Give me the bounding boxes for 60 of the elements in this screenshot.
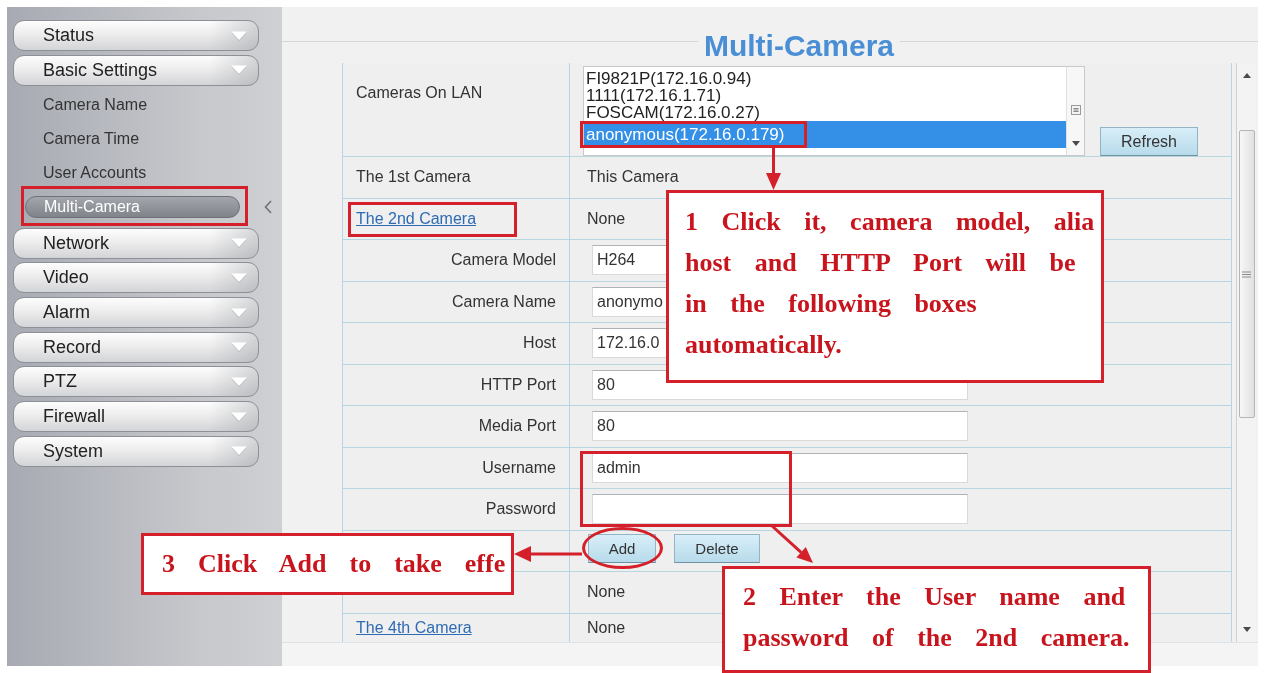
listbox[interactable]: FI9821P(172.16.0.94) 1111(172.16.1.71) FOSCAM(172.16.0.27) anonymous(172.16.0.179) [583,66,1085,156]
annotation-arrow [514,546,582,562]
menu-button[interactable]: Status [13,20,259,51]
field-label: Username [482,458,556,477]
caret-icon [230,65,248,76]
text-input[interactable]: 80 [592,411,968,442]
caret-icon [230,446,248,457]
field-label: Camera Name [451,292,556,311]
caret-icon [230,30,248,41]
field-label: Media Port [478,417,556,436]
field-label: Cameras On LAN [356,84,483,102]
menu-item[interactable]: User Accounts [13,161,147,184]
caret-icon [230,307,248,318]
grip-icon [1070,105,1081,115]
callout-tooltip: 2 Enter the User name and password of the 2nd camera. [722,566,1151,673]
field-value: This Camera [587,168,679,187]
menu-button[interactable]: Record [13,331,259,363]
annotation-arrow [766,147,781,190]
pointer-notch-icon [264,199,272,214]
field-label: Password [485,500,556,519]
menu-button[interactable]: System [13,435,259,467]
scrollbar-thumb[interactable] [1238,130,1255,418]
callout-tooltip: 1 Click it, camera model, alia host and HTTP Port will be in the following boxes automatically. [666,190,1104,383]
field-value: None [587,583,626,602]
field-value: None [587,209,626,228]
menu-button[interactable]: PTZ [13,366,259,398]
field-label: Host [523,334,556,353]
action-button[interactable]: Add [588,533,656,563]
menu-item[interactable]: Camera Time [13,127,140,150]
caret-icon [230,411,248,422]
down-triangle-icon [1242,627,1251,632]
field-label: The 1st Camera [356,168,471,187]
menu-button[interactable]: Alarm [13,297,259,329]
list-option[interactable]: 1111(172.16.1.71) [584,87,1066,104]
field-label: Camera Model [451,251,556,270]
scrollbar[interactable] [1236,63,1256,642]
text-input[interactable]: admin [592,452,968,483]
menu-button[interactable]: Network [13,227,259,259]
field-label: HTTP Port [480,375,556,394]
field-value: None [587,618,626,637]
camera-link[interactable]: The 2nd Camera [356,209,477,228]
action-button[interactable]: Delete [674,533,760,563]
caret-icon [230,376,248,387]
down-triangle-icon [1071,141,1080,146]
caret-icon [230,238,248,249]
menu-item[interactable]: Camera Name [13,93,148,116]
caret-icon [230,272,248,283]
menu-button[interactable]: Video [13,262,259,294]
callout-tooltip: 3 Click Add to take effe [141,533,514,595]
menu-button[interactable]: Firewall [13,401,259,433]
list-option[interactable]: FI9821P(172.16.0.94) [584,70,1066,87]
refresh-button[interactable]: Refresh [1100,127,1198,156]
text-input[interactable] [592,494,968,525]
up-triangle-icon [1242,73,1251,78]
listbox-scrollbar[interactable] [1066,67,1084,155]
grip-icon [1242,270,1251,278]
caret-icon [230,342,248,353]
menu-button[interactable]: Basic Settings [13,54,259,86]
camera-link[interactable]: The 4th Camera [356,618,472,637]
list-option[interactable]: FOSCAM(172.16.0.27) [584,104,1066,121]
